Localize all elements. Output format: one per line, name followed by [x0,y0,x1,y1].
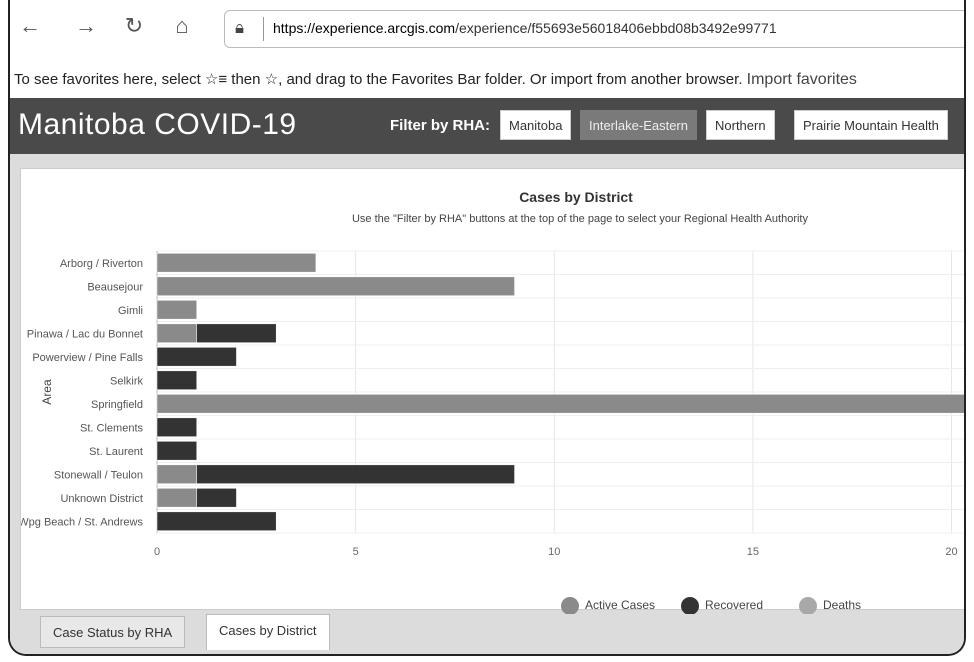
address-bar[interactable]: 🔒︎ https://experience.arcgis.com/experie… [224,10,964,48]
y-axis-title: Area [40,379,54,405]
y-tick-label: Unknown District [60,493,143,505]
y-tick-label: Springfield [91,399,143,411]
filter-interlake-eastern-button[interactable]: Interlake-Eastern [580,110,697,140]
bar-recovered [156,370,197,390]
cases-by-district-chart: 0 5 10 15 20 Arborg / Riverton Beausejour Gimli… [21,250,964,558]
browser-window: ← → ↻ ⌂ 🔒︎ https://experience.arcgis.com… [8,0,966,656]
refresh-icon[interactable]: ↻ [120,14,148,38]
x-tick-label: 0 [154,546,160,558]
back-icon[interactable]: ← [16,14,44,38]
legend-recovered-swatch [681,597,699,615]
bar-recovered [196,323,277,343]
y-tick-label: Arborg / Riverton [60,258,143,270]
bar-active-cases [156,464,197,484]
bar-recovered [156,417,197,437]
y-tick-label: Gimli [118,305,143,317]
y-tick-label: Powerview / Pine Falls [32,352,143,364]
bar-recovered [156,347,237,367]
x-tick-label: 15 [747,546,759,558]
home-icon[interactable]: ⌂ [168,14,196,38]
filter-label: Filter by RHA: [390,117,491,134]
legend-active[interactable]: Active Cases [561,597,655,615]
bar-active-cases [156,323,197,343]
legend-recovered[interactable]: Recovered [681,597,763,615]
favorites-bar: To see favorites here, select ☆≡ then ☆,… [10,62,964,98]
x-tick-label: 20 [945,546,957,558]
y-tick-label: St. Laurent [89,446,143,458]
bar-recovered [156,511,277,531]
app-header: Manitoba COVID-19 Filter by RHA: Manitob… [10,98,964,154]
filter-northern-button[interactable]: Northern [706,110,775,140]
legend-deaths-label: Deaths [823,598,862,613]
y-tick-label: Selkirk [110,375,144,387]
x-tick-label: 5 [353,546,359,558]
y-tick-label: St. Clements [80,422,143,434]
y-tick-label: Pinawa / Lac du Bonnet [27,328,143,340]
bar-active-cases [156,276,515,296]
import-favorites-link[interactable]: Import favorites [747,71,857,88]
tab-case-status-by-rha[interactable]: Case Status by RHA [40,616,186,648]
legend-recovered-label: Recovered [705,598,764,613]
filter-manitoba-button[interactable]: Manitoba [500,110,572,140]
bar-recovered [196,464,515,484]
tab-bar: Case Status by RHA Cases by District [10,614,964,654]
legend-active-swatch [561,597,579,615]
url-text: https://experience.arcgis.com/experience… [273,20,777,36]
legend-active-label: Active Cases [585,598,656,613]
bar-active-cases [156,300,197,320]
filter-prairie-mountain-button[interactable]: Prairie Mountain Health [794,110,948,140]
forward-icon[interactable]: → [72,14,100,38]
browser-toolbar: ← → ↻ ⌂ 🔒︎ https://experience.arcgis.com… [10,0,964,62]
y-tick-label: Beausejour [87,281,143,293]
dashboard-content: Cases by District Use the "Filter by RHA… [10,154,964,615]
bar-active-cases [156,488,197,508]
x-tick-label: 10 [548,546,560,558]
bar-active-cases [156,253,317,273]
bar-recovered [156,441,197,461]
chart-card: Cases by District Use the "Filter by RHA… [20,168,964,615]
legend-deaths[interactable]: Deaths [799,597,861,615]
lock-icon: 🔒︎ [235,18,245,37]
favorites-message: To see favorites here, select ☆≡ then ☆,… [14,71,743,88]
bar-active-cases [156,394,964,414]
y-tick-label: Wpg Beach / St. Andrews [21,516,143,528]
bar-recovered [196,488,237,508]
app-title: Manitoba COVID-19 [18,108,297,141]
tab-cases-by-district[interactable]: Cases by District [206,614,330,650]
legend-deaths-swatch [799,597,817,615]
address-separator [263,17,264,41]
y-tick-label: Stonewall / Teulon [54,469,143,481]
